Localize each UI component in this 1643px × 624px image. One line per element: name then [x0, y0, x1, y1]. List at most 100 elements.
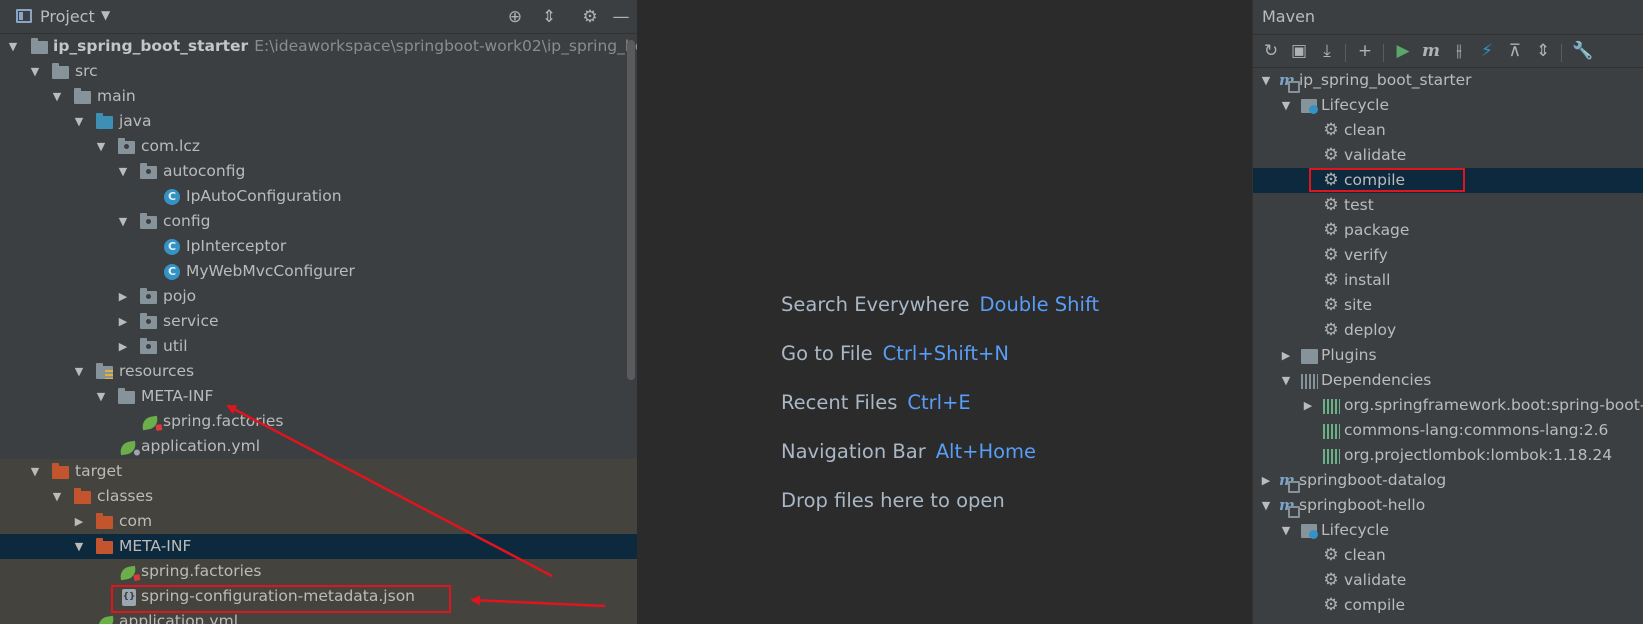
lifecycle-node[interactable]: ▼ Lifecycle — [1253, 518, 1643, 543]
lifecycle-goal[interactable]: ⚙ validate — [1253, 568, 1643, 593]
expand-arrow-icon[interactable]: ▼ — [28, 459, 42, 484]
expand-arrow-icon[interactable]: ▼ — [72, 359, 86, 384]
tree-node[interactable]: application.yml — [0, 434, 637, 459]
expand-arrow-icon[interactable]: ▼ — [1259, 68, 1273, 93]
lifecycle-goal[interactable]: ⚙ deploy — [1253, 318, 1643, 343]
tree-node[interactable]: ▼ target — [0, 459, 637, 484]
package-icon — [140, 213, 157, 229]
dependency-item[interactable]: commons-lang:commons-lang:2.6 — [1253, 418, 1643, 443]
reload-icon[interactable]: ↻ — [1259, 39, 1283, 63]
vertical-scrollbar[interactable] — [627, 40, 635, 380]
lifecycle-node[interactable]: ▼ Lifecycle — [1253, 93, 1643, 118]
tree-node[interactable]: ▼ META-INF — [0, 384, 637, 409]
expand-arrow-icon[interactable]: ▼ — [1279, 93, 1293, 118]
collapsed-arrow-icon[interactable]: ▶ — [116, 334, 130, 359]
expand-arrow-icon[interactable]: ▼ — [50, 84, 64, 109]
tree-node[interactable]: ▼ autoconfig — [0, 159, 637, 184]
hide-panel-icon[interactable]: — — [610, 6, 632, 28]
expand-arrow-icon[interactable]: ▼ — [116, 209, 130, 234]
tree-node[interactable]: C MyWebMvcConfigurer — [0, 259, 637, 284]
maven-project-node[interactable]: ▶ m springboot-datalog — [1253, 468, 1643, 493]
toolbar-separator — [1561, 44, 1562, 62]
collapsed-arrow-icon[interactable]: ▶ — [1259, 468, 1273, 493]
dependency-item[interactable]: org.projectlombok:lombok:1.18.24 — [1253, 443, 1643, 468]
expand-arrow-icon[interactable]: ▼ — [116, 159, 130, 184]
collapsed-arrow-icon[interactable]: ▶ — [116, 309, 130, 334]
add-maven-project-icon[interactable]: + — [1353, 39, 1377, 63]
java-class-icon: C — [164, 239, 180, 255]
expand-arrow-icon[interactable]: ▼ — [1259, 493, 1273, 518]
gear-icon: ⚙ — [1323, 545, 1339, 565]
excluded-folder-icon — [52, 463, 69, 479]
tree-node[interactable]: C IpAutoConfiguration — [0, 184, 637, 209]
wrench-icon[interactable]: 🔧 — [1571, 39, 1595, 63]
expand-arrow-icon[interactable]: ▼ — [1279, 368, 1293, 393]
tree-node[interactable]: ▼ resources — [0, 359, 637, 384]
gear-icon: ⚙ — [1323, 195, 1339, 215]
collapsed-arrow-icon[interactable]: ▶ — [72, 509, 86, 534]
maven-project-node[interactable]: ▼ m springboot-hello — [1253, 493, 1643, 518]
tree-node[interactable]: ▶ com — [0, 509, 637, 534]
download-sources-icon[interactable]: ⤓ — [1315, 39, 1339, 63]
tree-node-label: spring.factories — [163, 412, 284, 430]
show-dependencies-icon[interactable]: ⊼ — [1503, 39, 1527, 63]
tree-node-label: config — [163, 212, 211, 230]
plugins-node[interactable]: ▶ Plugins — [1253, 343, 1643, 368]
lifecycle-goal[interactable]: ⚙ validate — [1253, 143, 1643, 168]
expand-arrow-icon[interactable]: ▼ — [50, 484, 64, 509]
tree-node-label: compile — [1344, 596, 1406, 614]
expand-arrow-icon[interactable]: ▼ — [94, 134, 108, 159]
expand-arrow-icon[interactable]: ▼ — [72, 534, 86, 559]
expand-arrow-icon[interactable]: ▼ — [28, 59, 42, 84]
lifecycle-goal[interactable]: ⚙ test — [1253, 193, 1643, 218]
tree-node[interactable]: spring.factories — [0, 409, 637, 434]
dependencies-node[interactable]: ▼ Dependencies — [1253, 368, 1643, 393]
chevron-down-icon[interactable]: ▼ — [101, 8, 110, 22]
lifecycle-folder-icon — [1301, 524, 1318, 539]
tree-node[interactable]: ▶ service — [0, 309, 637, 334]
tree-node[interactable]: ▶ pojo — [0, 284, 637, 309]
collapse-all-icon[interactable]: ⇕ — [538, 6, 560, 28]
tree-node[interactable]: ▶ util — [0, 334, 637, 359]
hint-shortcut: Double Shift — [979, 293, 1100, 316]
tree-node[interactable]: ▼ com.lcz — [0, 134, 637, 159]
toggle-offline-mode-icon[interactable]: ⫲ — [1447, 39, 1471, 63]
tree-node[interactable]: ▼ main — [0, 84, 637, 109]
collapse-all-icon[interactable]: ⇕ — [1531, 39, 1555, 63]
project-view-selector[interactable]: Project — [40, 7, 95, 26]
lifecycle-goal[interactable]: ⚙ compile — [1253, 593, 1643, 618]
expand-arrow-icon[interactable]: ▼ — [1279, 518, 1293, 543]
expand-arrow-icon[interactable]: ▼ — [6, 34, 20, 59]
tree-node[interactable]: spring.factories — [0, 559, 637, 584]
collapsed-arrow-icon[interactable]: ▶ — [1279, 343, 1293, 368]
lifecycle-goal[interactable]: ⚙ clean — [1253, 118, 1643, 143]
tree-node[interactable]: ▼ src — [0, 59, 637, 84]
tree-node-selected[interactable]: ▼ META-INF — [0, 534, 637, 559]
dependency-item[interactable]: ▶ org.springframework.boot:spring-boot- — [1253, 393, 1643, 418]
lifecycle-goal[interactable]: ⚙ site — [1253, 293, 1643, 318]
tree-node[interactable]: C IpInterceptor — [0, 234, 637, 259]
package-icon — [118, 138, 135, 154]
tree-node[interactable]: ▼ java — [0, 109, 637, 134]
run-icon[interactable]: ▶ — [1391, 39, 1415, 63]
tree-node-root[interactable]: ▼ ip_spring_boot_starter E:\ideaworkspace… — [0, 34, 637, 59]
locate-file-icon[interactable]: ⊕ — [504, 6, 526, 28]
expand-arrow-icon[interactable]: ▼ — [72, 109, 86, 134]
collapsed-arrow-icon[interactable]: ▶ — [1301, 393, 1315, 418]
lifecycle-goal[interactable]: ⚙ package — [1253, 218, 1643, 243]
collapsed-arrow-icon[interactable]: ▶ — [116, 284, 130, 309]
lifecycle-goal[interactable]: ⚙ install — [1253, 268, 1643, 293]
tree-node[interactable]: ▼ config — [0, 209, 637, 234]
tree-node-label: install — [1344, 271, 1391, 289]
skip-tests-icon[interactable]: ⚡ — [1475, 39, 1499, 63]
generate-sources-icon[interactable]: ▣ — [1287, 39, 1311, 63]
tree-node[interactable]: ▼ classes — [0, 484, 637, 509]
package-icon — [140, 338, 157, 354]
lifecycle-goal[interactable]: ⚙ clean — [1253, 543, 1643, 568]
gear-icon[interactable]: ⚙ — [579, 6, 601, 28]
expand-arrow-icon[interactable]: ▼ — [94, 384, 108, 409]
tree-node-label: com — [119, 512, 153, 530]
maven-project-node[interactable]: ▼ m ip_spring_boot_starter — [1253, 68, 1643, 93]
lifecycle-goal[interactable]: ⚙ verify — [1253, 243, 1643, 268]
execute-maven-goal-icon[interactable]: m — [1419, 39, 1443, 63]
